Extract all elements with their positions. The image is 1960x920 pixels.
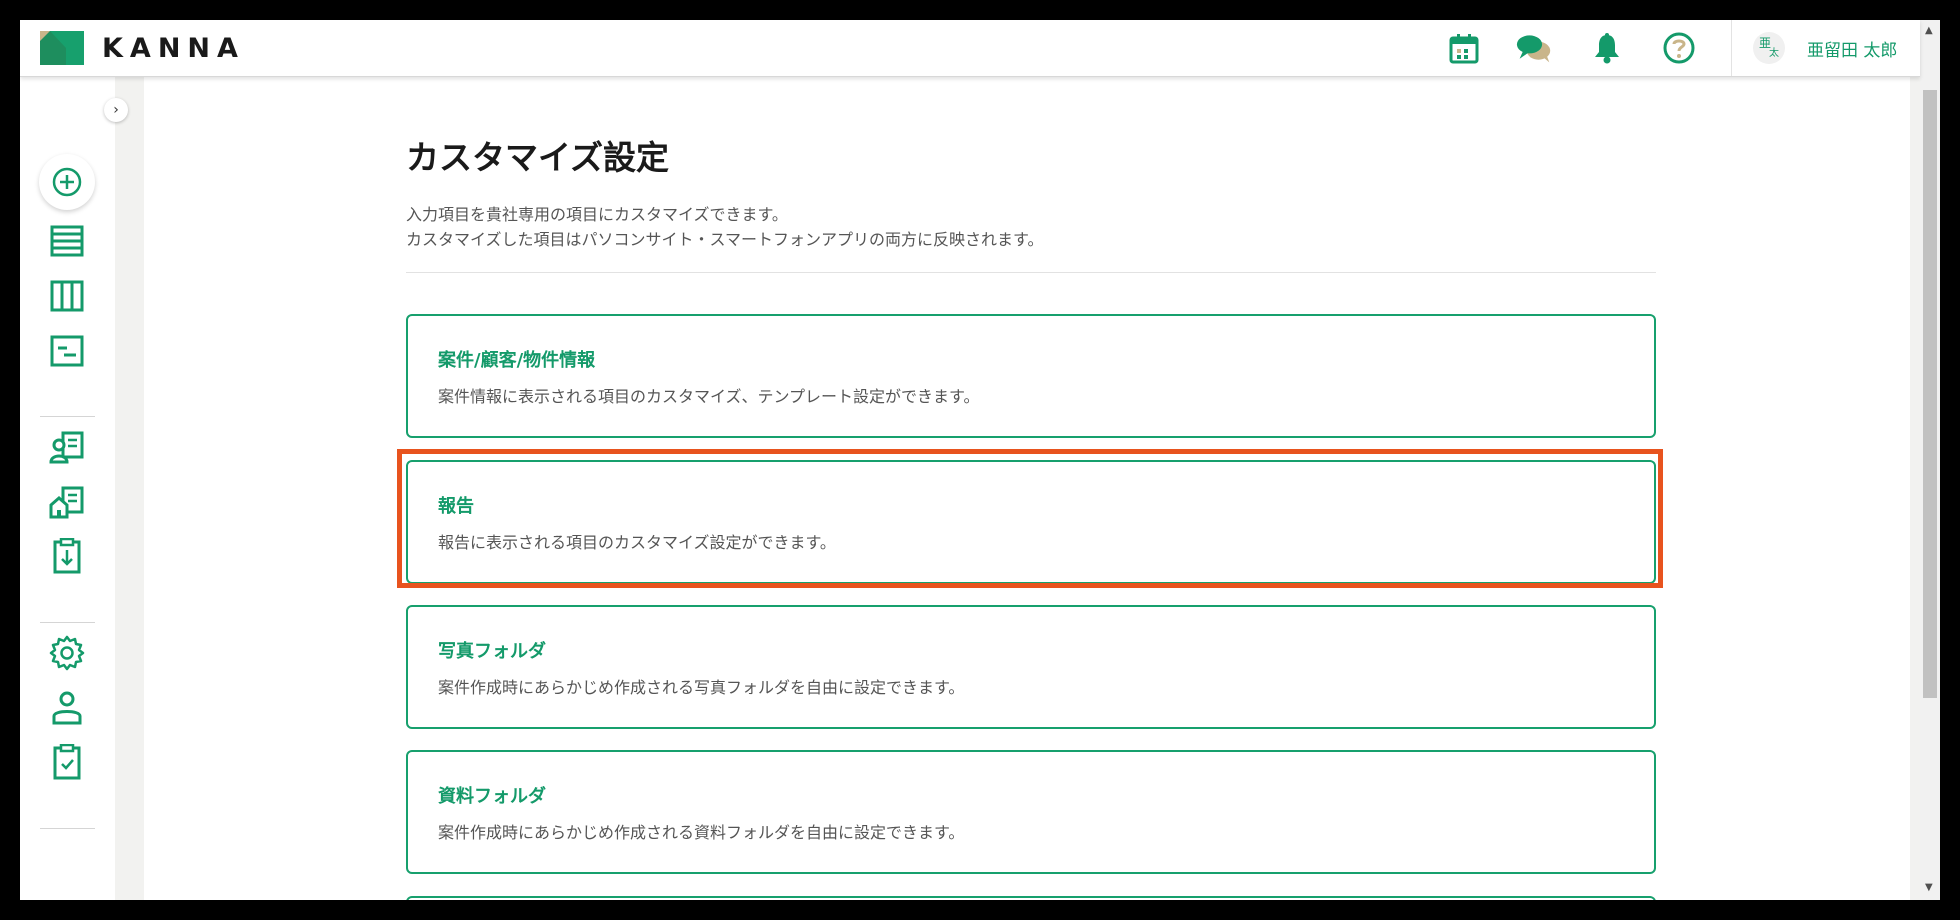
card-title: 資料フォルダ [438, 786, 546, 807]
avatar[interactable]: 亜 太 [1753, 32, 1785, 64]
chat-icon[interactable] [1516, 30, 1552, 66]
page-title: カスタマイズ設定 [406, 138, 670, 177]
user-icon[interactable] [48, 689, 86, 727]
top-header: KANNA 亜 太 亜留田 太郎 [20, 20, 1920, 77]
kanna-logo-icon [40, 31, 84, 65]
bell-icon[interactable] [1589, 30, 1625, 66]
card-description: 案件作成時にあらかじめ作成される写真フォルダを自由に設定できます。 [438, 678, 965, 697]
main-content: カスタマイズ設定 入力項目を貴社専用の項目にカスタマイズできます。 カスタマイズ… [144, 76, 1910, 900]
kanna-logo[interactable]: KANNA [40, 28, 245, 68]
divider [406, 272, 1656, 273]
settings-icon[interactable] [48, 634, 86, 672]
card-description: 案件作成時にあらかじめ作成される資料フォルダを自由に設定できます。 [438, 823, 965, 842]
checklist-icon[interactable] [48, 743, 86, 781]
sidebar-toggle-button[interactable]: › [104, 98, 128, 122]
header-separator [1731, 20, 1732, 76]
sidebar-divider [40, 622, 95, 623]
card-title: 写真フォルダ [438, 641, 546, 662]
list-icon[interactable] [48, 222, 86, 260]
avatar-initial-bottom: 太 [1769, 48, 1779, 59]
sidebar-divider [40, 416, 95, 417]
calendar-icon[interactable] [1446, 30, 1482, 66]
logo-text: KANNA [102, 32, 245, 64]
card-document-folder[interactable]: 資料フォルダ 案件作成時にあらかじめ作成される資料フォルダを自由に設定できます。 [406, 750, 1656, 874]
gantt-icon[interactable] [48, 332, 86, 370]
property-icon[interactable] [48, 483, 86, 521]
help-icon[interactable] [1661, 30, 1697, 66]
page-description: 入力項目を貴社専用の項目にカスタマイズできます。 カスタマイズした項目はパソコン… [406, 202, 1043, 252]
add-button[interactable] [39, 154, 95, 210]
scroll-down-arrow[interactable]: ▼ [1925, 882, 1933, 893]
customer-icon[interactable] [48, 428, 86, 466]
vertical-scrollbar[interactable]: ▲ ▼ [1920, 20, 1940, 900]
card-title: 案件/顧客/物件情報 [438, 350, 596, 371]
sidebar [20, 76, 115, 900]
username[interactable]: 亜留田 太郎 [1807, 36, 1897, 61]
board-icon[interactable] [48, 277, 86, 315]
card-case-customer-property[interactable]: 案件/顧客/物件情報 案件情報に表示される項目のカスタマイズ、テンプレート設定が… [406, 314, 1656, 438]
card-report[interactable]: 報告 報告に表示される項目のカスタマイズ設定ができます。 [406, 460, 1656, 584]
download-icon[interactable] [48, 537, 86, 575]
sidebar-divider [40, 828, 95, 829]
card-description: 報告に表示される項目のカスタマイズ設定ができます。 [438, 533, 836, 552]
scroll-thumb[interactable] [1923, 90, 1937, 698]
scroll-up-arrow[interactable]: ▲ [1925, 25, 1933, 36]
description-line: カスタマイズした項目はパソコンサイト・スマートフォンアプリの両方に反映されます。 [406, 230, 1044, 249]
card-partial[interactable] [406, 896, 1656, 900]
card-title: 報告 [438, 496, 474, 517]
description-line: 入力項目を貴社専用の項目にカスタマイズできます。 [406, 205, 788, 224]
card-photo-folder[interactable]: 写真フォルダ 案件作成時にあらかじめ作成される写真フォルダを自由に設定できます。 [406, 605, 1656, 729]
app-window: KANNA 亜 太 亜留田 太郎 › カスタマイズ設定 入力項目を貴社専用の項目… [20, 20, 1940, 900]
card-description: 案件情報に表示される項目のカスタマイズ、テンプレート設定ができます。 [438, 387, 980, 406]
add-icon [52, 167, 82, 197]
